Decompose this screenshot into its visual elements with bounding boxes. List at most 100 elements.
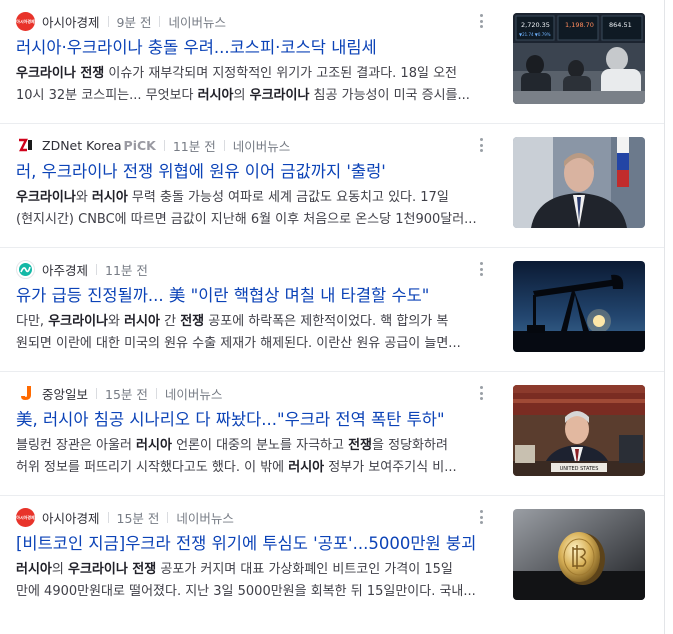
publish-time: 15분 전 xyxy=(105,386,148,402)
keyword-highlight: 전쟁 xyxy=(180,314,205,329)
more-options-icon[interactable] xyxy=(475,385,487,401)
divider xyxy=(96,387,98,399)
description-line: 우크라이나와 러시아 무력 충돌 가능성 여파로 세계 금값도 요동치고 있다.… xyxy=(16,187,486,209)
description-line: (현지시간) CNBC에 따르면 금값이 지난해 6월 이후 처음으로 온스당 … xyxy=(16,209,486,231)
naver-news-link[interactable]: 네이버뉴스 xyxy=(233,136,291,155)
news-item: ZDNet Korea PiCK 11분 전 네이버뉴스 러, 우크라이나 전쟁… xyxy=(0,124,664,248)
news-title[interactable]: 유가 급등 진정될까... 美 "이란 핵협상 며칠 내 타결할 수도" xyxy=(16,285,486,307)
divider xyxy=(155,387,157,399)
thumb-nameplate: UNITED STATES xyxy=(560,466,599,472)
description-text: 의 xyxy=(51,562,68,577)
news-description: 다만, 우크라이나와 러시아 간 전쟁 공포에 하락폭은 제한적이었다. 핵 합… xyxy=(16,311,486,355)
keyword-highlight: 러시아 xyxy=(124,314,160,329)
news-item: 아시아경제 아시아경제 9분 전 네이버뉴스 러시아·우크라이나 충돌 우려..… xyxy=(0,0,664,124)
news-thumbnail[interactable] xyxy=(513,137,645,228)
news-thumbnail[interactable] xyxy=(513,261,645,352)
keyword-highlight: 러시아 xyxy=(16,562,52,577)
keyword-highlight: 러시아 xyxy=(197,88,234,103)
thumb-change: ▼21.74 ▼0.79% xyxy=(519,32,551,37)
more-options-icon[interactable] xyxy=(475,137,487,153)
speaker-portrait-image xyxy=(513,137,645,228)
thumb-kospi-value: 2,720.35 xyxy=(521,21,550,29)
asiae-logo-icon[interactable]: 아시아경제 xyxy=(16,11,35,31)
divider xyxy=(159,15,161,27)
news-title[interactable]: [비트코인 지금]우크라 전쟁 위기에 투심도 '공포'...5000만원 붕괴 xyxy=(16,533,486,555)
divider xyxy=(163,139,165,151)
description-text: 을 정당화하려 xyxy=(372,438,448,453)
news-results-page: 아시아경제 아시아경제 9분 전 네이버뉴스 러시아·우크라이나 충돌 우려..… xyxy=(0,0,673,634)
news-item: 중앙일보 15분 전 네이버뉴스 美, 러시아 침공 시나리오 다 짜놨다...… xyxy=(0,372,664,496)
news-item: 아시아경제 아시아경제 15분 전 네이버뉴스 [비트코인 지금]우크라 전쟁 … xyxy=(0,496,664,620)
news-title[interactable]: 美, 러시아 침공 시나리오 다 짜놨다..."우크라 전역 폭탄 투하" xyxy=(16,409,486,431)
keyword-highlight: 전쟁 xyxy=(348,438,373,453)
logo-text: 아시아경제 xyxy=(16,18,35,24)
news-source: 아시아경제 아시아경제 9분 전 네이버뉴스 xyxy=(16,11,226,31)
news-source: ZDNet Korea PiCK 11분 전 네이버뉴스 xyxy=(16,135,290,155)
asiae-logo-icon[interactable]: 아시아경제 xyxy=(16,507,35,527)
description-line: 원되면 이란에 대한 미국의 원유 수출 제재가 해제된다. 이란산 원유 공급… xyxy=(16,333,486,355)
description-text: 침공 가능성이 미국 증시를... xyxy=(309,88,470,103)
description-line: 다만, 우크라이나와 러시아 간 전쟁 공포에 하락폭은 제한적이었다. 핵 합… xyxy=(16,311,486,333)
news-description: 블링컨 장관은 아울러 러시아 언론이 대중의 분노를 자극하고 전쟁을 정당화… xyxy=(16,435,486,479)
scrollbar-track[interactable] xyxy=(664,0,665,634)
description-text: (현지시간) CNBC에 따르면 금값이 지난해 6월 이후 처음으로 온스당 … xyxy=(16,212,477,227)
oil-pump-image xyxy=(513,261,645,352)
news-item: 아주경제 11분 전 유가 급등 진정될까... 美 "이란 핵협상 며칠 내 … xyxy=(0,248,664,372)
news-thumbnail[interactable]: UNITED STATES xyxy=(513,385,645,476)
keyword-highlight: 우크라이나 전쟁 xyxy=(67,562,157,577)
press-name[interactable]: ZDNet Korea xyxy=(42,138,122,153)
description-text: 와 xyxy=(75,190,92,205)
zdnet-logo-icon[interactable] xyxy=(16,135,35,155)
joongang-logo-icon[interactable] xyxy=(16,383,35,403)
divider xyxy=(167,511,169,523)
thumb-kosdaq-value: 864.51 xyxy=(609,21,632,29)
more-options-icon[interactable] xyxy=(475,509,487,525)
keyword-highlight: 우크라이나 xyxy=(16,190,76,205)
news-title[interactable]: 러시아·우크라이나 충돌 우려...코스피·코스닥 내림세 xyxy=(16,37,486,59)
news-thumbnail[interactable]: 2,720.35 1,198.70 864.51 ▼21.74 ▼0.79% xyxy=(513,13,645,104)
keyword-highlight: 우크라이나 xyxy=(249,88,310,103)
more-options-icon[interactable] xyxy=(475,13,487,29)
publish-time: 11분 전 xyxy=(172,138,216,154)
publish-time: 15분 전 xyxy=(116,510,160,526)
keyword-highlight: 우크라이나 xyxy=(48,314,108,329)
news-title[interactable]: 러, 우크라이나 전쟁 위협에 원유 이어 금값까지 '출렁' xyxy=(16,161,486,183)
divider xyxy=(107,15,109,27)
news-source: 아주경제 11분 전 xyxy=(16,259,148,279)
news-description: 우크라이나 전쟁 이슈가 재부각되며 지정학적인 위기가 고조된 결과다. 18… xyxy=(16,63,486,107)
press-name[interactable]: 아시아경제 xyxy=(42,508,100,527)
logo-text: 아시아경제 xyxy=(16,514,35,520)
keyword-highlight: 러시아 xyxy=(288,460,325,475)
publish-time: 11분 전 xyxy=(105,262,148,278)
description-text: 이슈가 재부각되며 지정학적인 위기가 고조된 결과다. 18일 오전 xyxy=(104,66,457,81)
keyword-highlight: 러시아 xyxy=(136,438,172,453)
news-description: 우크라이나와 러시아 무력 충돌 가능성 여파로 세계 금값도 요동치고 있다.… xyxy=(16,187,486,231)
un-council-image: UNITED STATES xyxy=(513,385,645,476)
naver-news-link[interactable]: 네이버뉴스 xyxy=(165,384,223,403)
description-text: 언론이 대중의 분노를 자극하고 xyxy=(171,438,349,453)
naver-news-link[interactable]: 네이버뉴스 xyxy=(176,508,234,527)
description-text: 원되면 이란에 대한 미국의 원유 수출 제재가 해제된다. 이란산 원유 공급… xyxy=(16,336,461,351)
divider xyxy=(96,263,98,275)
aju-logo-icon[interactable] xyxy=(16,259,35,279)
naver-news-link[interactable]: 네이버뉴스 xyxy=(168,12,226,31)
description-text: 와 xyxy=(108,314,125,329)
description-text: 공포에 하락폭은 제한적이었다. 핵 합의가 복 xyxy=(204,314,449,329)
more-options-icon[interactable] xyxy=(475,261,487,277)
description-line: 허위 정보를 퍼뜨리기 시작했다고도 했다. 이 밖에 러시아 정부가 보여주기… xyxy=(16,457,486,479)
news-source: 아시아경제 아시아경제 15분 전 네이버뉴스 xyxy=(16,507,234,527)
description-text: 블링컨 장관은 아울러 xyxy=(16,438,137,453)
description-text: 정부가 보여주기식 비... xyxy=(324,460,457,475)
news-thumbnail[interactable] xyxy=(513,509,645,600)
description-text: 10시 32분 코스피는... 무엇보다 xyxy=(16,88,198,103)
news-description: 러시아의 우크라이나 전쟁 공포가 커지며 대표 가상화폐인 비트코인 가격이 … xyxy=(16,559,486,603)
description-line: 블링컨 장관은 아울러 러시아 언론이 대중의 분노를 자극하고 전쟁을 정당화… xyxy=(16,435,486,457)
description-text: 간 xyxy=(159,314,181,329)
divider xyxy=(107,511,109,523)
press-name[interactable]: 중앙일보 xyxy=(42,384,88,403)
description-line: 만에 4900만원대로 떨어졌다. 지난 3일 5000만원을 회복한 뒤 15… xyxy=(16,581,486,603)
press-name[interactable]: 아시아경제 xyxy=(42,12,100,31)
press-name[interactable]: 아주경제 xyxy=(42,260,88,279)
description-text: 공포가 커지며 대표 가상화폐인 비트코인 가격이 15일 xyxy=(156,562,453,577)
divider xyxy=(223,139,225,151)
